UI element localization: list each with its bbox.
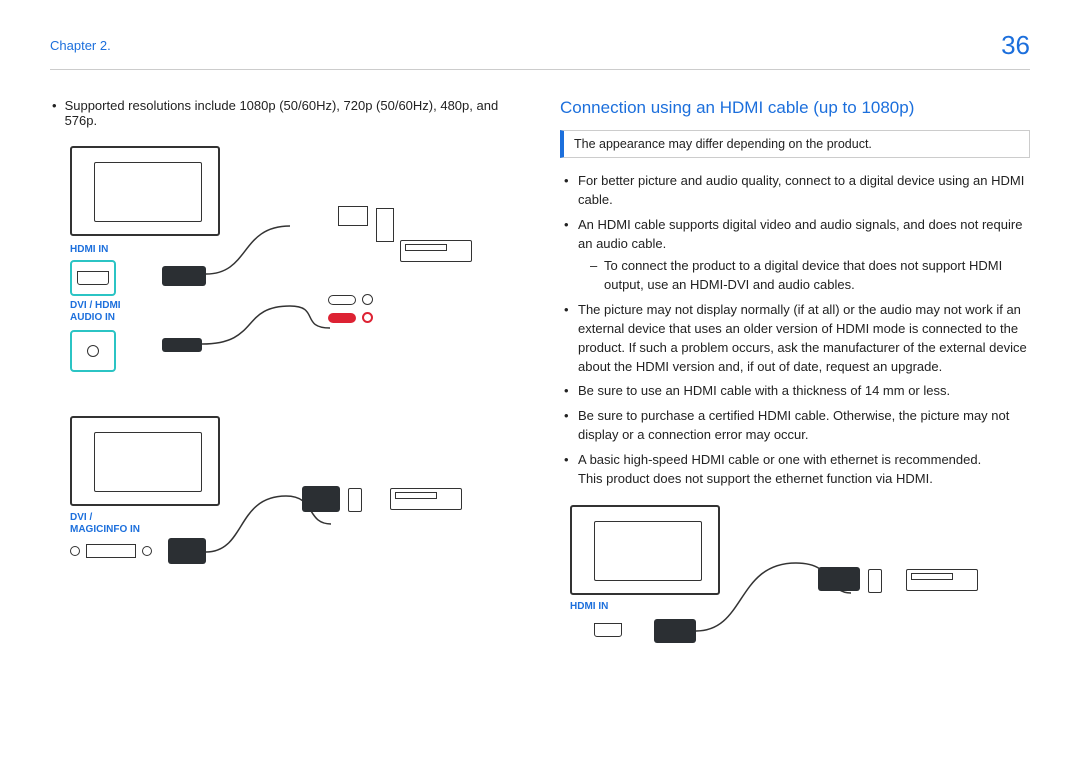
monitor-back-icon [70,416,220,506]
bullet-text: An HDMI cable supports digital video and… [578,217,1022,251]
monitor-back-icon [70,146,220,236]
page-header: Chapter 2. 36 [50,30,1030,70]
audio-in-port-icon [70,330,116,372]
dvi-port-icon [376,208,394,242]
page-number: 36 [1001,30,1030,61]
hdmi-port-small-icon [868,569,882,593]
hdmi-port-small-icon [348,488,362,512]
diagram-hdmi-dvi-audio: HDMI IN DVI / HDMI AUDIO IN [50,146,520,406]
diagram-hdmi-only: HDMI IN [560,505,1030,695]
sub-bullet-item: To connect the product to a digital devi… [590,257,1030,295]
section-title: Connection using an HDMI cable (up to 10… [560,98,1030,118]
chapter-label: Chapter 2. [50,38,111,53]
bullet-item: A basic high-speed HDMI cable or one wit… [564,451,1030,489]
rca-white-icon [328,294,373,305]
dvi-port-strip-icon [70,544,152,558]
rca-red-icon [328,312,373,323]
resolutions-text: Supported resolutions include 1080p (50/… [65,98,520,128]
right-column: Connection using an HDMI cable (up to 10… [560,98,1030,695]
hdmi-port-icon [594,623,622,637]
dvi-connector-icon [338,206,368,226]
hdmi-in-label: HDMI IN [70,244,108,256]
hdmi-bullet-list: For better picture and audio quality, co… [560,172,1030,489]
resolutions-bullet: • Supported resolutions include 1080p (5… [50,98,520,128]
audio-plug-icon [162,338,202,352]
hdmi-plug-right-icon [818,567,860,591]
dvd-player-icon [390,488,462,510]
bullet-dot: • [52,98,57,128]
dvd-player-icon [906,569,978,591]
bullet-item: An HDMI cable supports digital video and… [564,216,1030,295]
hdmi-plug-left-icon [654,619,696,643]
left-column: • Supported resolutions include 1080p (5… [50,98,520,695]
appearance-note: The appearance may differ depending on t… [560,130,1030,158]
bullet-item: Be sure to purchase a certified HDMI cab… [564,407,1030,445]
dvi-plug-left-icon [168,538,206,564]
dvi-hdmi-audio-label: DVI / HDMI AUDIO IN [70,300,121,324]
dvi-plug-right-icon [302,486,340,512]
dvd-player-icon [400,240,472,262]
content-columns: • Supported resolutions include 1080p (5… [50,98,1030,695]
hdmi-in-label-2: HDMI IN [570,601,608,613]
bullet-item: For better picture and audio quality, co… [564,172,1030,210]
bullet-item: The picture may not display normally (if… [564,301,1030,376]
dvi-magicinfo-label: DVI / MAGICINFO IN [70,512,140,536]
bullet-item: Be sure to use an HDMI cable with a thic… [564,382,1030,401]
diagram-dvi-magicinfo: DVI / MAGICINFO IN [50,416,520,606]
hdmi-in-port-icon [70,260,116,296]
